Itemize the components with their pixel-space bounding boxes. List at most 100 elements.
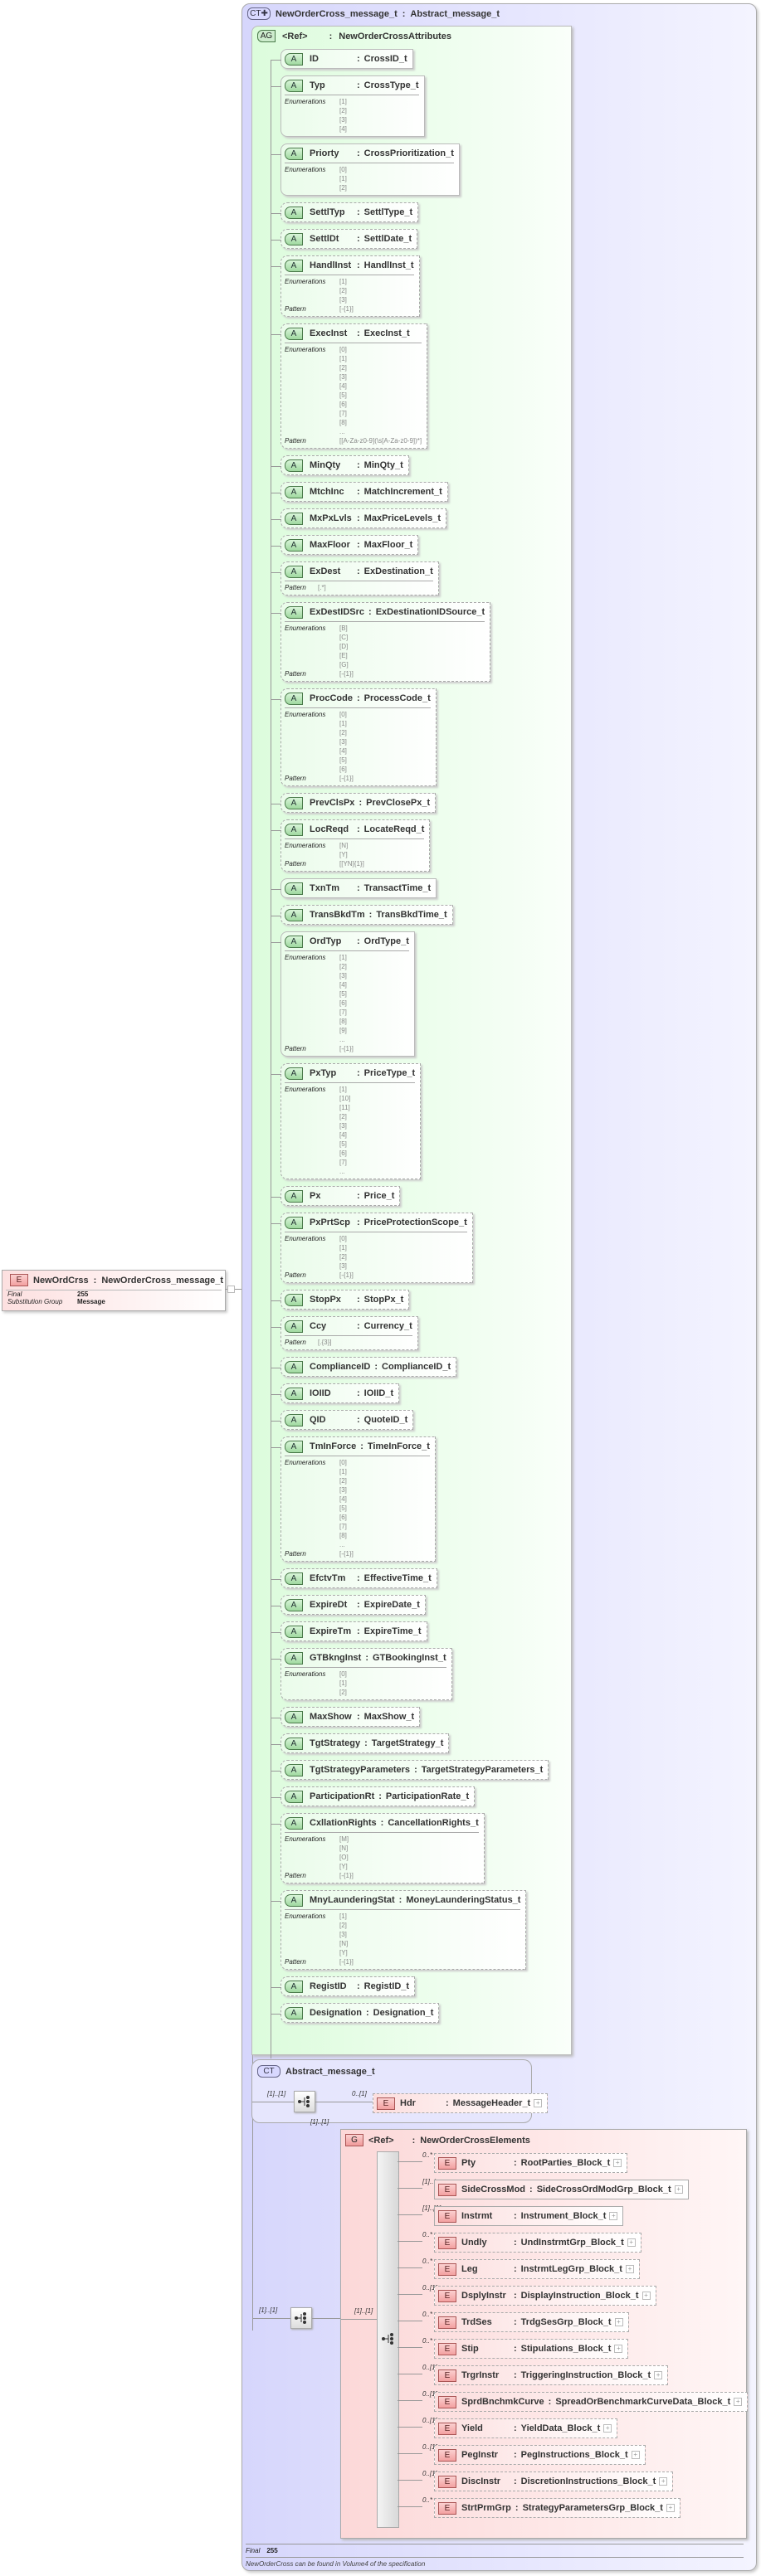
expand-icon[interactable]: +: [654, 2371, 663, 2379]
attribute-id[interactable]: A ID: CrossID_t: [271, 49, 413, 69]
element-discinstr[interactable]: E DiscInstr: DiscretionInstructions_Block_…: [434, 2472, 674, 2491]
expand-icon[interactable]: +: [666, 2504, 675, 2512]
expand-icon[interactable]: +: [534, 2099, 543, 2107]
element-undly[interactable]: E Undly: UndInstrmtGrp_Block_t +: [434, 2233, 641, 2253]
attribute-tgtstrategyparameters[interactable]: A TgtStrategyParameters: TargetStrategyPar…: [271, 1760, 549, 1780]
attribute-gtbknginst[interactable]: A GTBkngInst: GTBookingInst_t Enumerations […: [271, 1648, 452, 1700]
element-sidecrossmod[interactable]: E SideCrossMod: SideCrossOrdModGrp_Block_t…: [434, 2180, 689, 2199]
attribute-mtchinc[interactable]: A MtchInc: MatchIncrement_t: [271, 482, 448, 502]
attribute-expiretm[interactable]: A ExpireTm: ExpireTime_t: [271, 1621, 427, 1641]
expand-icon[interactable]: +: [674, 2185, 683, 2194]
attribute-px[interactable]: A Px: Price_t: [271, 1186, 401, 1206]
expand-icon[interactable]: +: [614, 2318, 623, 2326]
element-peginstr[interactable]: E PegInstr: PegInstructions_Block_t +: [434, 2445, 646, 2465]
attribute-priorty[interactable]: A Priorty: CrossPrioritization_t Enumeratio…: [271, 143, 460, 196]
element-hdr[interactable]: E Hdr : MessageHeader_t +: [373, 2093, 549, 2113]
root-element-box[interactable]: E NewOrdCrss : NewOrderCross_message_t F…: [2, 1270, 226, 1311]
attribute-ordtyp[interactable]: A OrdTyp: OrdType_t Enumerations [1] [2] [3] [4…: [271, 931, 415, 1057]
enumerations-label: Enumerations: [285, 1459, 326, 1466]
attribute-txntm[interactable]: A TxnTm: TransactTime_t: [271, 878, 437, 898]
expand-icon[interactable]: +: [603, 2424, 612, 2433]
attribute-expiredt[interactable]: A ExpireDt: ExpireDate_t: [271, 1595, 426, 1615]
attribute-pxprtscp[interactable]: A PxPrtScp: PriceProtectionScope_t Enumerat…: [271, 1213, 473, 1283]
attribute-settltyp[interactable]: A SettlTyp: SettlType_t: [271, 202, 419, 222]
element-leg[interactable]: E Leg: InstrmtLegGrp_Block_t +: [434, 2259, 640, 2279]
attribute-tgtstrategy[interactable]: A TgtStrategy: TargetStrategy_t: [271, 1733, 450, 1753]
attribute-icon: A: [285, 1651, 303, 1665]
attribute-icon: A: [285, 512, 303, 525]
expand-icon[interactable]: +: [625, 2265, 634, 2273]
attribute-header: A ID: CrossID_t: [281, 50, 412, 68]
attribute-stoppx[interactable]: A StopPx: StopPx_t: [271, 1290, 410, 1310]
enumeration-value: [7]: [339, 1523, 347, 1530]
attribute-settldt[interactable]: A SettlDt: SettlDate_t: [271, 229, 418, 249]
attribute-maxshow[interactable]: A MaxShow: MaxShow_t: [271, 1707, 421, 1727]
attribute-registid[interactable]: A RegistID: RegistID_t: [271, 1976, 416, 1996]
attribute-exdestidsrc[interactable]: A ExDestIDSrc: ExDestinationIDSource_t Enum…: [271, 602, 491, 682]
element-dsplyinstr[interactable]: E DsplyInstr: DisplayInstruction_Block_t +: [434, 2286, 656, 2306]
element-trdses[interactable]: E TrdSes: TrdgSesGrp_Block_t +: [434, 2312, 629, 2332]
element-trgrinstr[interactable]: E TrgrInstr: TriggeringInstruction_Block_t…: [434, 2365, 669, 2385]
attribute-ccy[interactable]: A Ccy: Currency_t Pattern [.{3}]: [271, 1316, 418, 1350]
enumeration-value: [1]: [339, 355, 347, 362]
expand-icon[interactable]: +: [734, 2398, 743, 2406]
attribute-locreqd[interactable]: A LocReqd: LocateReqd_t Enumerations [N] [Y] P…: [271, 819, 431, 872]
expand-icon[interactable]: +: [631, 2451, 640, 2459]
attribute-designation[interactable]: A Designation: Designation_t: [271, 2003, 440, 2023]
expand-icon[interactable]: +: [614, 2345, 623, 2353]
expand-icon[interactable]: +: [627, 2238, 636, 2247]
attribute-proccode[interactable]: A ProcCode: ProcessCode_t Enumerations [0] [1…: [271, 688, 437, 786]
complex-type-box: CT ✚ NewOrderCross_message_t : Abstract_m…: [241, 3, 757, 2571]
collapse-icon[interactable]: [227, 1286, 235, 1293]
attribute-qid[interactable]: A QID: QuoteID_t: [271, 1410, 414, 1430]
attribute-pxtyp[interactable]: A PxTyp: PriceType_t Enumerations [1] [10] [11…: [271, 1063, 422, 1179]
enumerations-label: Enumerations: [285, 1235, 326, 1242]
attribute-facets: Enumerations [0] [1] [2] [3] [4] [5] [6] [7] [8].…: [285, 1456, 430, 1558]
expand-icon[interactable]: +: [613, 2159, 622, 2167]
enumeration-value: [Y]: [339, 1863, 348, 1870]
attribute-prevclspx[interactable]: A PrevClsPx: PrevClosePx_t: [271, 793, 437, 813]
element-name: PegInstr: [461, 2450, 499, 2460]
attribute-name: GTBkngInst: [310, 1653, 362, 1663]
attribute-ioiid[interactable]: A IOIID: IOIID_t: [271, 1383, 400, 1403]
expand-icon[interactable]: +: [641, 2292, 651, 2300]
attribute-maxfloor[interactable]: A MaxFloor: MaxFloor_t: [271, 535, 419, 555]
enumerations-label: [285, 1930, 339, 1939]
attribute-complianceid[interactable]: A ComplianceID: ComplianceID_t: [271, 1357, 457, 1377]
attribute-type: MatchIncrement_t: [363, 487, 442, 497]
element-pty[interactable]: E Pty: RootParties_Block_t +: [434, 2153, 628, 2173]
expand-icon[interactable]: +: [659, 2477, 668, 2486]
element-type: Instrument_Block_t: [520, 2211, 607, 2221]
attribute-tminforce[interactable]: A TmInForce: TimeInForce_t Enumerations [0] […: [271, 1436, 436, 1562]
attribute-cxllationrights[interactable]: A CxllationRights: CancellationRights_t Enu…: [271, 1813, 485, 1883]
enumerations-label: [285, 1167, 339, 1176]
element-instrmt[interactable]: E Instrmt: Instrument_Block_t +: [434, 2206, 624, 2226]
pattern-value: [-{1}]: [339, 305, 354, 313]
attribute-efctvtm[interactable]: A EfctvTm: EffectiveTime_t: [271, 1568, 437, 1588]
pattern-label: Pattern: [285, 437, 306, 445]
attribute-header: A TransBkdTm: TransBkdTime_t: [281, 906, 452, 924]
attribute-typ[interactable]: A Typ: CrossType_t Enumerations [1] [2] [3] [4]: [271, 75, 425, 137]
attribute-handlinst[interactable]: A HandlInst: HandlInst_t Enumerations [1] [2]…: [271, 255, 420, 317]
multiplicity: [1]..[1]: [259, 2306, 278, 2314]
attribute-name: ExpireDt: [310, 1600, 348, 1610]
attribute-transbkdtm[interactable]: A TransBkdTm: TransBkdTime_t: [271, 905, 453, 925]
attribute-icon: A: [285, 1710, 303, 1723]
attribute-participationrt[interactable]: A ParticipationRt: ParticipationRate_t: [271, 1786, 476, 1806]
attribute-mnylaunderingstat[interactable]: A MnyLaunderingStat: MoneyLaunderingStatus…: [271, 1890, 527, 1970]
enumeration-value: [6]: [339, 766, 347, 773]
sequence-icon[interactable]: [290, 2307, 312, 2329]
attribute-exdest[interactable]: A ExDest: ExDestination_t Pattern [.*]: [271, 561, 439, 595]
sequence-icon[interactable]: [381, 2333, 396, 2345]
element-stip[interactable]: E Stip: Stipulations_Block_t +: [434, 2339, 629, 2359]
enumerations-label: [285, 651, 339, 660]
colon: :: [329, 31, 333, 41]
element-strtprmgrp[interactable]: E StrtPrmGrp: StrategyParametersGrp_Block_…: [434, 2498, 681, 2518]
element-yield[interactable]: E Yield: YieldData_Block_t +: [434, 2418, 618, 2438]
element-sprdbnchmkcurve[interactable]: E SprdBnchmkCurve: SpreadOrBenchmarkCurveD…: [434, 2392, 749, 2412]
attribute-mxpxlvls[interactable]: A MxPxLvls: MaxPriceLevels_t: [271, 508, 447, 528]
sequence-icon[interactable]: [294, 2091, 315, 2112]
attribute-execinst[interactable]: A ExecInst: ExecInst_t Enumerations [0] [1] [2…: [271, 323, 428, 449]
expand-icon[interactable]: +: [609, 2212, 618, 2220]
attribute-minqty[interactable]: A MinQty: MinQty_t: [271, 455, 409, 475]
